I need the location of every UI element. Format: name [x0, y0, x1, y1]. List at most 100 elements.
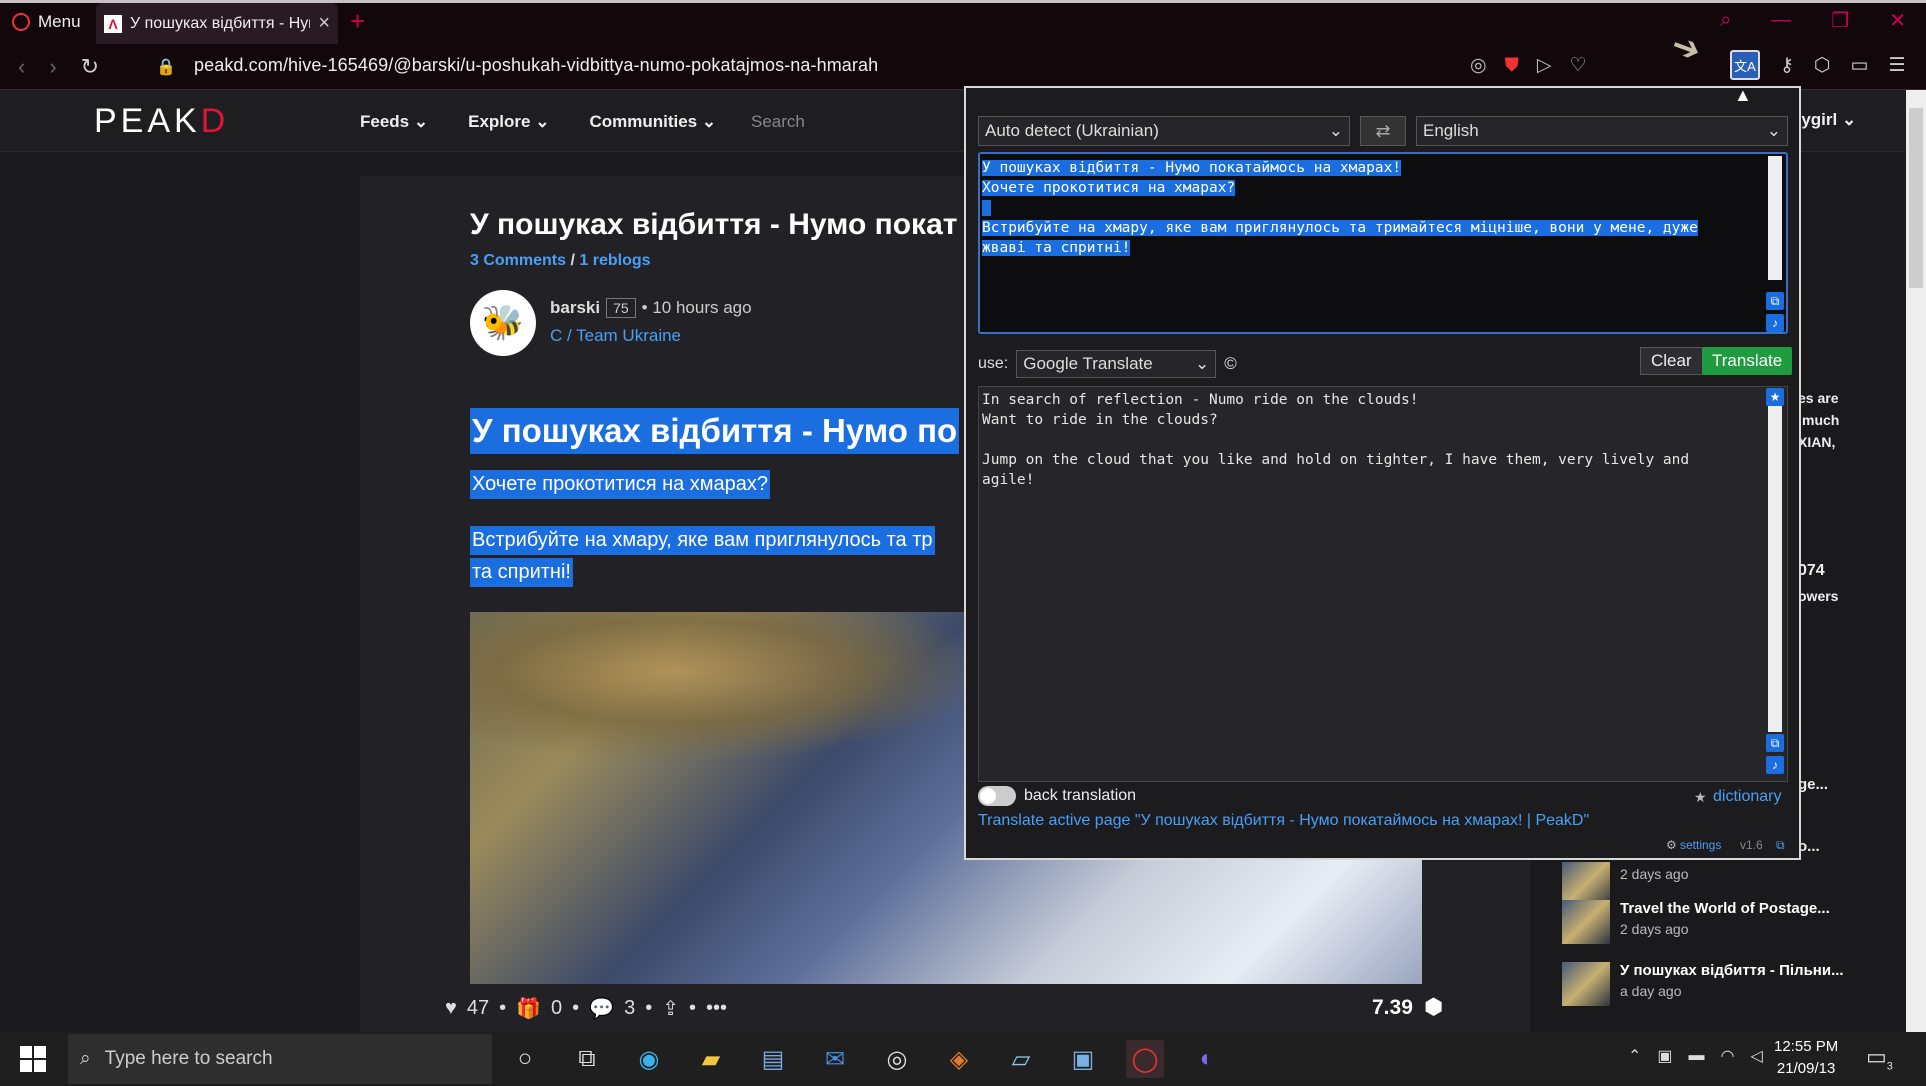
paint-app-icon[interactable]: ◈: [940, 1040, 978, 1078]
heart-icon[interactable]: ♡: [1569, 54, 1586, 77]
popup-caret-icon: ▲: [1734, 85, 1752, 105]
external-link-icon[interactable]: ⧉: [1776, 838, 1785, 853]
forward-icon[interactable]: ›: [49, 54, 56, 80]
taskbar-search[interactable]: ⌕ Type here to search: [68, 1034, 492, 1084]
shield-icon[interactable]: ⛊: [1505, 55, 1519, 77]
messenger-icon[interactable]: ◐: [1188, 1040, 1226, 1078]
author-name[interactable]: barski: [550, 298, 600, 318]
more-icon[interactable]: •••: [706, 997, 727, 1020]
easy-setup-icon[interactable]: ☰: [1888, 54, 1905, 77]
source-line: жваві та спритні!: [982, 240, 1131, 256]
remote-desktop-icon[interactable]: ▣: [1064, 1040, 1102, 1078]
nav-explore[interactable]: Explore ⌄: [468, 112, 549, 132]
comment-icon[interactable]: 💬: [589, 996, 614, 1021]
swap-languages-button[interactable]: ⇄: [1360, 116, 1406, 146]
site-search-input[interactable]: Search: [751, 112, 805, 132]
logo-accent: D: [200, 102, 230, 140]
volume-icon[interactable]: ◁: [1751, 1046, 1763, 1066]
source-line: Встрибуйте на хмару, яке вам приглянулос…: [982, 220, 1698, 236]
clear-button[interactable]: Clear: [1640, 347, 1703, 375]
post-thumbnail: [1562, 900, 1610, 944]
star-icon[interactable]: ★: [1766, 388, 1784, 406]
mail-icon[interactable]: ✉: [816, 1040, 854, 1078]
copy-source-icon[interactable]: ⧉: [1766, 292, 1784, 310]
source-text[interactable]: У пошуках відбиття - Нумо покатаймось на…: [982, 158, 1770, 258]
list-item-time: 2 days ago: [1620, 921, 1689, 937]
notification-count: 3: [1886, 1060, 1893, 1073]
back-icon[interactable]: ‹: [18, 54, 25, 80]
notepad-icon[interactable]: ▱: [1002, 1040, 1040, 1078]
opera-taskbar-icon[interactable]: ◯: [1126, 1040, 1164, 1078]
reblogs-link[interactable]: 1 reblogs: [579, 252, 650, 269]
extension-icons: 文A ⚷ ⬡ ▭ ☰: [1730, 50, 1906, 80]
cortana-icon[interactable]: ○: [506, 1040, 544, 1078]
list-item[interactable]: У пошуках відбиття - Пільни... a day ago: [1562, 962, 1844, 1006]
taskbar-clock[interactable]: 12:55 PM 21/09/13: [1774, 1036, 1838, 1080]
settings-link[interactable]: settings: [1680, 838, 1721, 852]
gear-icon: ⚙: [1666, 838, 1677, 852]
search-tabs-icon[interactable]: ⌕: [1720, 9, 1731, 32]
target-language-select[interactable]: English ⌄: [1416, 116, 1788, 146]
post-meta-links: 3 Comments / 1 reblogs: [470, 252, 651, 269]
toggle-knob: [980, 788, 996, 804]
minimize-button[interactable]: —: [1771, 9, 1791, 32]
payout-value[interactable]: 7.39: [1372, 996, 1413, 1020]
gift-icon[interactable]: 🎁: [516, 996, 541, 1021]
speak-source-icon[interactable]: ♪: [1766, 314, 1784, 332]
gift-count: 0: [551, 997, 563, 1019]
opera-logo-icon: [12, 13, 30, 31]
translate-button[interactable]: Translate: [1702, 347, 1793, 375]
body-paragraph-2-end: та спритні!: [470, 558, 573, 587]
page-scroll-thumb[interactable]: [1909, 108, 1923, 288]
source-scrollbar[interactable]: [1768, 156, 1782, 280]
post-title: У пошуках відбиття - Нумо покат: [470, 208, 958, 241]
reload-icon[interactable]: ↻: [81, 54, 99, 80]
share-icon[interactable]: ⇪: [662, 996, 679, 1021]
meet-now-icon[interactable]: ▣: [1657, 1046, 1672, 1066]
community-link[interactable]: C / Team Ukraine: [550, 326, 681, 346]
restore-button[interactable]: ❐: [1831, 8, 1849, 33]
control-panel-icon[interactable]: ▤: [754, 1040, 792, 1078]
engine-select[interactable]: Google Translate ⌄: [1016, 350, 1217, 378]
snapshot-icon[interactable]: ◎: [1470, 54, 1487, 77]
system-tray: ⌃ ▣ ▬ ◠ ◁: [1628, 1046, 1763, 1066]
copy-output-icon[interactable]: ⧉: [1766, 734, 1784, 752]
close-tab-icon[interactable]: ×: [318, 12, 330, 35]
battery-icon[interactable]: ▬: [1689, 1047, 1705, 1065]
key-extension-icon[interactable]: ⚷: [1780, 54, 1794, 77]
lock-icon[interactable]: 🔒: [156, 57, 176, 77]
translate-extension-icon[interactable]: 文A: [1730, 50, 1760, 80]
output-scrollbar[interactable]: [1768, 388, 1782, 732]
wallet-extension-icon[interactable]: ▭: [1851, 54, 1869, 77]
wifi-icon[interactable]: ◠: [1721, 1046, 1735, 1066]
nav-feeds[interactable]: Feeds ⌄: [360, 112, 428, 132]
hive-icon: ⬢: [1424, 994, 1444, 1019]
peakd-logo[interactable]: PEAKD: [94, 102, 229, 141]
tray-chevron-icon[interactable]: ⌃: [1628, 1046, 1641, 1066]
new-tab-button[interactable]: +: [350, 6, 365, 37]
copyright-icon[interactable]: ©: [1224, 354, 1237, 374]
notifications-icon[interactable]: ▭3: [1866, 1044, 1893, 1072]
nav-communities[interactable]: Communities ⌄: [589, 112, 716, 132]
opera-menu-button[interactable]: Menu: [6, 8, 87, 36]
speak-output-icon[interactable]: ♪: [1766, 756, 1784, 774]
avatar[interactable]: 🐝: [470, 290, 536, 356]
close-window-button[interactable]: ✕: [1889, 8, 1906, 33]
send-icon[interactable]: ▷: [1537, 54, 1552, 77]
dictionary-link[interactable]: dictionary: [1713, 788, 1781, 806]
file-explorer-icon[interactable]: ▰: [692, 1040, 730, 1078]
box-extension-icon[interactable]: ⬡: [1814, 54, 1831, 77]
comments-link[interactable]: 3 Comments: [470, 252, 566, 269]
translate-page-link[interactable]: Translate active page "У пошуках відбитт…: [978, 812, 1589, 830]
browser-tab[interactable]: Λ У пошуках відбиття - Нумо ×: [96, 3, 338, 44]
list-item[interactable]: Travel the World of Postage... 2 days ago: [1562, 900, 1830, 944]
windows-start-icon[interactable]: [20, 1046, 46, 1072]
upvote-icon[interactable]: ♥: [445, 997, 457, 1020]
task-view-icon[interactable]: ⧉: [568, 1040, 606, 1078]
camera-app-icon[interactable]: ◎: [878, 1040, 916, 1078]
source-language-select[interactable]: Auto detect (Ukrainian) ⌄: [978, 116, 1350, 146]
window-controls: ⌕ — ❐ ✕: [1720, 8, 1906, 33]
back-translation-toggle[interactable]: [978, 786, 1016, 806]
url-field[interactable]: peakd.com/hive-165469/@barski/u-poshukah…: [194, 55, 878, 76]
edge-icon[interactable]: ◉: [630, 1040, 668, 1078]
